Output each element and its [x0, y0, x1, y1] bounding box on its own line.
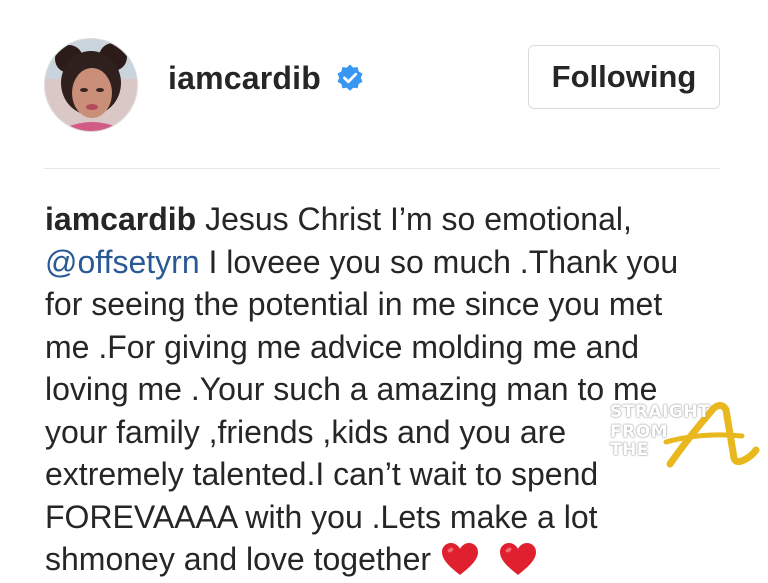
caption-line: iamcardib Jesus Christ I’m so emotional, — [45, 198, 745, 241]
profile-photo — [45, 39, 137, 131]
caption-line: FOREVAAAA with you .Lets make a lot — [45, 498, 598, 535]
mention-link[interactable]: @offsetyrn — [45, 244, 200, 280]
watermark: STRAIGHT FROM THE — [610, 398, 760, 468]
caption-line: for seeing the potential in me since you… — [45, 286, 663, 322]
caption-text: shmoney and love together — [45, 541, 432, 577]
watermark-line: FROM — [610, 422, 669, 442]
caption-text: I loveee you so much .Thank you — [208, 243, 679, 280]
heart-icon — [500, 543, 537, 575]
post-header: iamcardib Following — [0, 0, 768, 168]
avatar[interactable] — [44, 38, 138, 132]
watermark-line: STRAIGHT — [610, 402, 711, 422]
caption-line: shmoney and love together — [45, 538, 745, 581]
following-button[interactable]: Following — [528, 45, 720, 109]
watermark-line: THE — [610, 440, 649, 460]
post-caption: iamcardib Jesus Christ I’m so emotional,… — [45, 198, 745, 581]
caption-line: @offsetyrn I loveee you so much .Thank y… — [45, 241, 745, 284]
caption-username[interactable]: iamcardib — [45, 201, 196, 237]
verified-badge-icon — [337, 64, 363, 91]
heart-icon — [442, 543, 479, 575]
divider — [44, 168, 720, 169]
caption-line: me .For giving me advice molding me and — [45, 328, 640, 365]
username[interactable]: iamcardib — [168, 58, 321, 98]
caption-text: Jesus Christ I’m so emotional, — [205, 201, 632, 237]
